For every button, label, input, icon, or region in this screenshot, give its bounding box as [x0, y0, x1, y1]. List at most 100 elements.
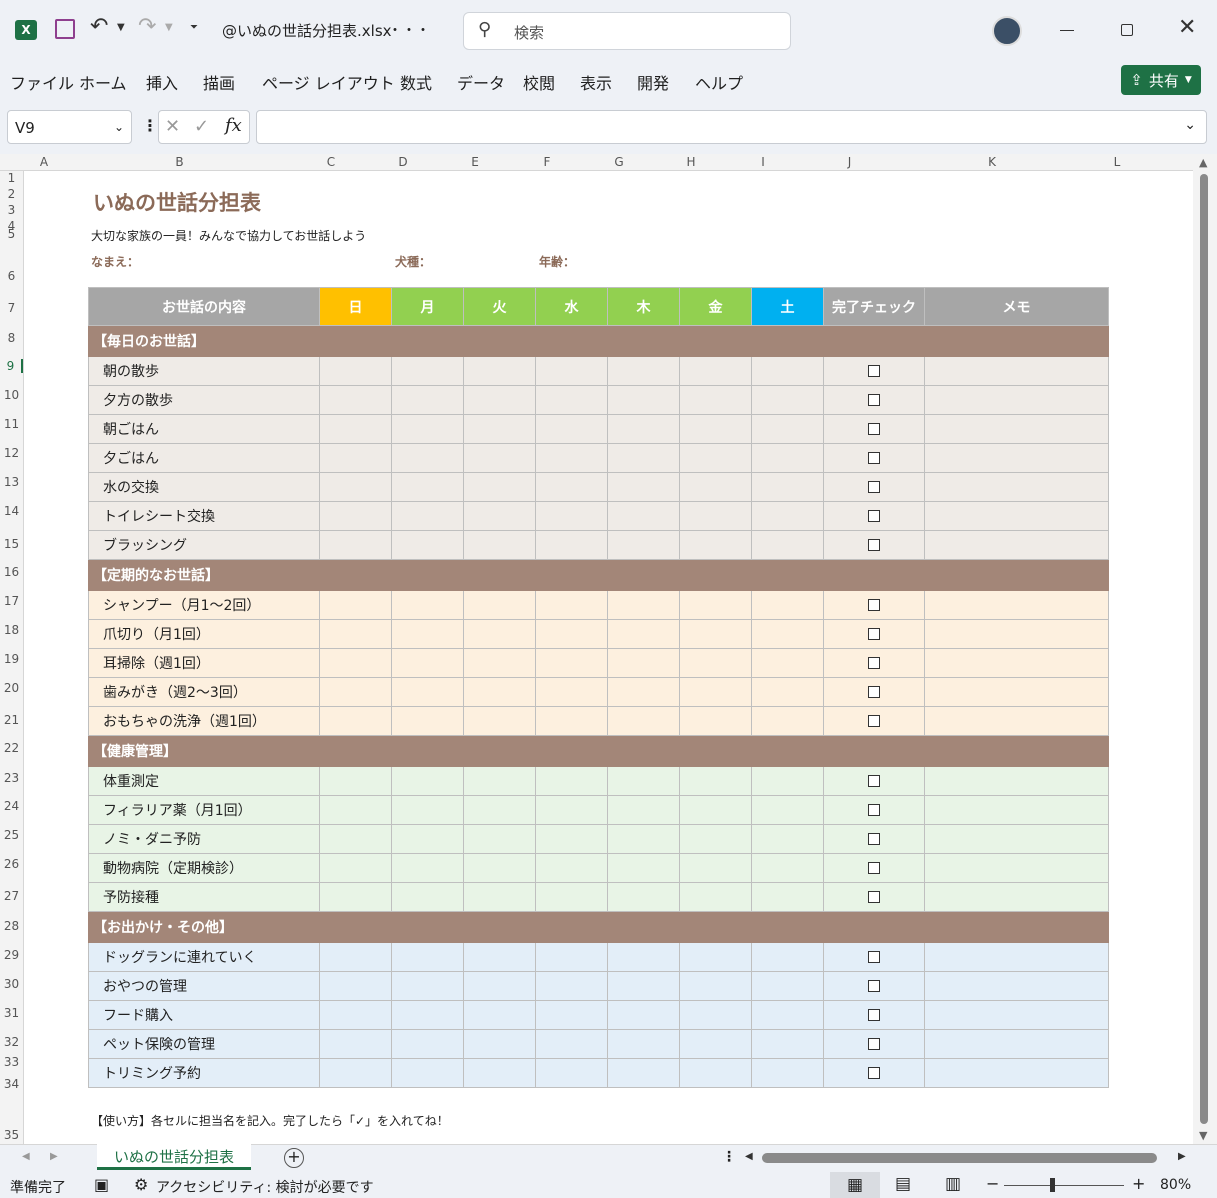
category-title[interactable]: 【お出かけ・その他】 — [88, 911, 1109, 943]
assignee-cell[interactable] — [751, 824, 824, 854]
assignee-cell[interactable] — [391, 414, 464, 444]
assignee-cell[interactable] — [607, 356, 680, 386]
assignee-cell[interactable] — [535, 385, 608, 415]
assignee-cell[interactable] — [391, 795, 464, 825]
assignee-cell[interactable] — [319, 824, 392, 854]
assignee-cell[interactable] — [751, 795, 824, 825]
assignee-cell[interactable] — [463, 443, 536, 473]
assignee-cell[interactable] — [319, 1058, 392, 1088]
assignee-cell[interactable] — [751, 677, 824, 707]
assignee-cell[interactable] — [751, 1058, 824, 1088]
assignee-cell[interactable] — [679, 677, 752, 707]
assignee-cell[interactable] — [679, 530, 752, 560]
row-header-19[interactable]: 19 — [0, 652, 23, 666]
assignee-cell[interactable] — [463, 619, 536, 649]
row-header-2[interactable]: 2 — [0, 187, 23, 201]
assignee-cell[interactable] — [751, 882, 824, 912]
task-name[interactable]: トリミング予約 — [88, 1058, 320, 1088]
row-header-26[interactable]: 26 — [0, 857, 23, 871]
checkbox-icon[interactable] — [868, 657, 880, 669]
assignee-cell[interactable] — [751, 530, 824, 560]
assignee-cell[interactable] — [607, 648, 680, 678]
assignee-cell[interactable] — [463, 677, 536, 707]
assignee-cell[interactable] — [535, 824, 608, 854]
task-name[interactable]: 水の交換 — [88, 472, 320, 502]
assignee-cell[interactable] — [463, 853, 536, 883]
assignee-cell[interactable] — [463, 356, 536, 386]
redo-icon[interactable]: ↷ — [138, 14, 156, 39]
macro-record-icon[interactable]: ▣ — [94, 1175, 109, 1194]
column-header-A[interactable]: A — [24, 155, 64, 169]
column-header-E[interactable]: E — [439, 155, 511, 169]
menu-draw[interactable]: 描画 — [203, 70, 235, 94]
scroll-left-icon[interactable]: ◀ — [745, 1151, 753, 1162]
assignee-cell[interactable] — [319, 472, 392, 502]
row-header-11[interactable]: 11 — [0, 417, 23, 431]
row-header-1[interactable]: 1 — [0, 171, 23, 185]
assignee-cell[interactable] — [607, 824, 680, 854]
accessibility-icon[interactable]: ⚙ — [134, 1175, 148, 1194]
done-check-cell[interactable] — [823, 443, 925, 473]
memo-header[interactable]: メモ — [924, 287, 1109, 326]
zoom-slider-thumb[interactable] — [1050, 1178, 1055, 1192]
done-check-cell[interactable] — [823, 501, 925, 531]
assignee-cell[interactable] — [679, 942, 752, 972]
assignee-cell[interactable] — [679, 882, 752, 912]
checkbox-icon[interactable] — [868, 423, 880, 435]
checkbox-icon[interactable] — [868, 394, 880, 406]
customize-toolbar-icon[interactable]: ⏷ — [190, 22, 198, 33]
checkbox-icon[interactable] — [868, 686, 880, 698]
assignee-cell[interactable] — [391, 472, 464, 502]
assignee-cell[interactable] — [463, 530, 536, 560]
task-header[interactable]: お世話の内容 — [88, 287, 320, 326]
memo-cell[interactable] — [924, 677, 1109, 707]
row-header-29[interactable]: 29 — [0, 948, 23, 962]
assignee-cell[interactable] — [319, 385, 392, 415]
assignee-cell[interactable] — [679, 648, 752, 678]
done-check-cell[interactable] — [823, 795, 925, 825]
assignee-cell[interactable] — [319, 942, 392, 972]
assignee-cell[interactable] — [751, 942, 824, 972]
assignee-cell[interactable] — [391, 385, 464, 415]
assignee-cell[interactable] — [607, 1029, 680, 1059]
breed-label[interactable]: 犬種： — [395, 253, 431, 270]
assignee-cell[interactable] — [679, 443, 752, 473]
normal-view-icon[interactable]: ▦ — [830, 1172, 880, 1198]
assignee-cell[interactable] — [391, 853, 464, 883]
assignee-cell[interactable] — [319, 501, 392, 531]
row-header-15[interactable]: 15 — [0, 537, 23, 551]
row-header-21[interactable]: 21 — [0, 713, 23, 727]
task-name[interactable]: トイレシート交換 — [88, 501, 320, 531]
assignee-cell[interactable] — [679, 1000, 752, 1030]
assignee-cell[interactable] — [535, 590, 608, 620]
assignee-cell[interactable] — [535, 530, 608, 560]
assignee-cell[interactable] — [679, 501, 752, 531]
assignee-cell[interactable] — [391, 501, 464, 531]
more-options-icon[interactable]: ⋮ — [142, 116, 158, 135]
done-check-cell[interactable] — [823, 590, 925, 620]
assignee-cell[interactable] — [535, 971, 608, 1001]
assignee-cell[interactable] — [751, 385, 824, 415]
assignee-cell[interactable] — [751, 648, 824, 678]
assignee-cell[interactable] — [751, 590, 824, 620]
assignee-cell[interactable] — [607, 619, 680, 649]
usage-note[interactable]: 【使い方】各セルに担当名を記入。完了したら「✓」を入れてね！ — [91, 1112, 449, 1129]
assignee-cell[interactable] — [319, 766, 392, 796]
menu-review[interactable]: 校閲 — [523, 70, 555, 94]
assignee-cell[interactable] — [679, 414, 752, 444]
assignee-cell[interactable] — [751, 853, 824, 883]
memo-cell[interactable] — [924, 619, 1109, 649]
checkbox-icon[interactable] — [868, 775, 880, 787]
column-header-G[interactable]: G — [583, 155, 655, 169]
menu-file[interactable]: ファイル — [10, 70, 74, 94]
assignee-cell[interactable] — [679, 766, 752, 796]
memo-cell[interactable] — [924, 1058, 1109, 1088]
assignee-cell[interactable] — [679, 472, 752, 502]
row-header-31[interactable]: 31 — [0, 1006, 23, 1020]
checkbox-icon[interactable] — [868, 628, 880, 640]
assignee-cell[interactable] — [607, 590, 680, 620]
assignee-cell[interactable] — [535, 1029, 608, 1059]
assignee-cell[interactable] — [391, 356, 464, 386]
checkbox-icon[interactable] — [868, 481, 880, 493]
row-header-3[interactable]: 3 — [0, 203, 23, 217]
